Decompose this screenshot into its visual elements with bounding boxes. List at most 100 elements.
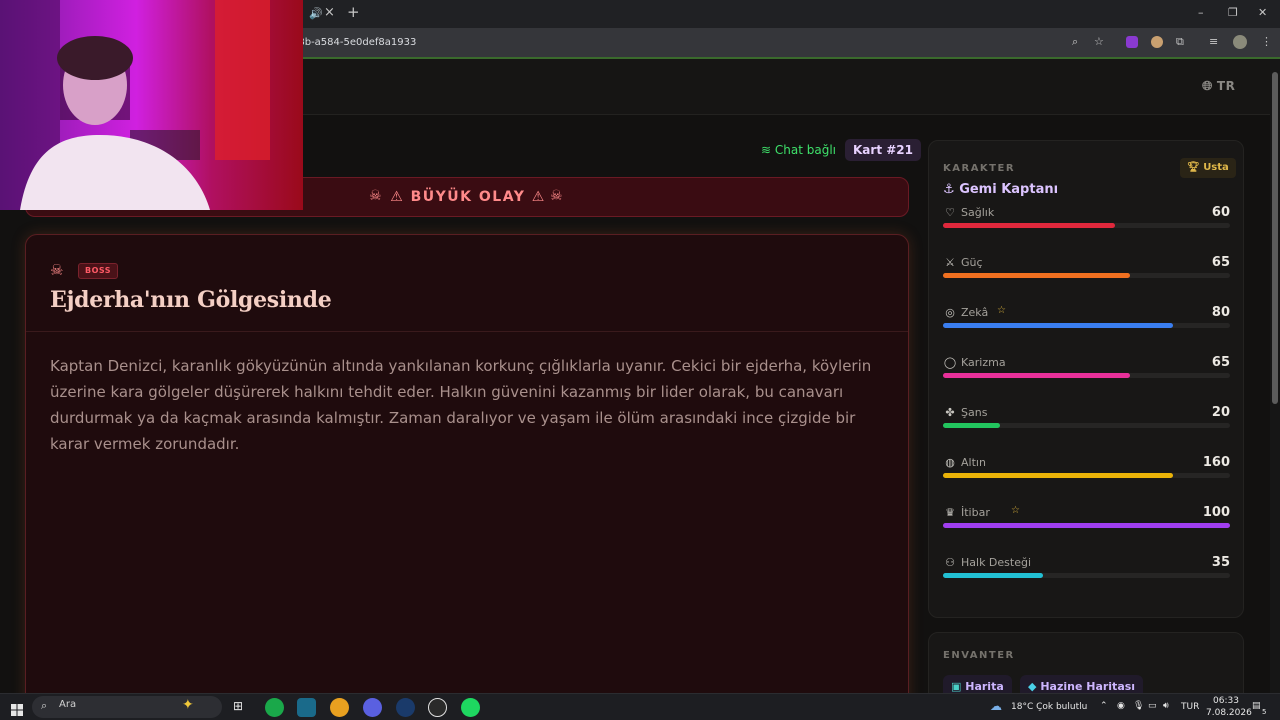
weather-text[interactable]: 18°C Çok bulutlu bbox=[1011, 702, 1087, 712]
sword-icon: ⚔ bbox=[945, 256, 955, 269]
stat-bar-fill bbox=[943, 423, 1001, 428]
clock-date[interactable]: 7.08.2026 bbox=[1206, 708, 1252, 718]
stat-label: Karizma bbox=[961, 356, 1006, 369]
tab-close-button[interactable]: × bbox=[324, 6, 335, 20]
diamond-icon: ◆ bbox=[1028, 680, 1037, 693]
stat-value: 80 bbox=[1211, 305, 1230, 320]
webcam-overlay bbox=[0, 0, 303, 210]
stat-bar bbox=[943, 323, 1230, 328]
stat-label: Sağlık bbox=[961, 206, 995, 219]
card-number-badge: Kart #21 bbox=[845, 139, 921, 161]
stat-label: Güç bbox=[961, 256, 983, 269]
window-close-button[interactable]: ✕ bbox=[1258, 6, 1267, 20]
brain-icon: ◎ bbox=[945, 306, 955, 319]
chat-status: ≋ Chat bağlı bbox=[761, 143, 836, 157]
stat-bar-fill bbox=[943, 273, 1130, 278]
coins-icon: ◍ bbox=[945, 456, 955, 469]
inventory-heading: ENVANTER bbox=[943, 650, 1015, 661]
rank-label: Usta bbox=[1203, 162, 1229, 173]
stat-row: ◎ Zekâ ☆ 80 bbox=[943, 305, 1230, 345]
inventory-item[interactable]: ▣ Harita bbox=[943, 675, 1012, 693]
taskbar-search[interactable]: ⌕ Ara ✦ bbox=[32, 696, 222, 718]
stat-label: İtibar bbox=[961, 506, 990, 519]
stat-row: ⚔ Güç 65 bbox=[943, 255, 1230, 295]
stat-bar-fill bbox=[943, 573, 1044, 578]
taskbar-app-icon[interactable] bbox=[297, 698, 316, 717]
trophy-icon: 🏆︎ bbox=[1187, 162, 1200, 173]
taskbar: ⌕ Ara ✦ ⊞ ☁ 18°C Çok bulutlu ⌃ ◉ 🎙︎ ▭ 🔊︎… bbox=[0, 693, 1280, 720]
stat-label: Zekâ bbox=[961, 306, 989, 319]
character-name: ⚓ Gemi Kaptanı bbox=[943, 182, 1058, 197]
volume-icon[interactable]: 🔊︎ bbox=[1163, 701, 1169, 711]
profile-avatar[interactable] bbox=[1233, 35, 1247, 49]
obs-icon[interactable] bbox=[428, 698, 447, 717]
steam-icon[interactable] bbox=[396, 698, 415, 717]
stat-row: ♛ İtibar ☆ 100 bbox=[943, 505, 1230, 545]
wifi-icon: ≋ bbox=[761, 143, 772, 157]
crown-icon: ♛ bbox=[945, 506, 955, 519]
url-field[interactable]: 58b-a584-5e0def8a1933 bbox=[292, 33, 1096, 53]
extension-cookie-icon[interactable] bbox=[1151, 36, 1163, 48]
scrollbar-thumb[interactable] bbox=[1272, 72, 1278, 404]
tray-chevron-icon[interactable]: ⌃ bbox=[1100, 701, 1108, 711]
chat-status-label: Chat bağlı bbox=[774, 143, 837, 157]
skull-icon: ☠ bbox=[50, 261, 64, 279]
search-placeholder: Ara bbox=[59, 699, 77, 710]
new-tab-button[interactable]: + bbox=[347, 5, 360, 20]
stat-bar bbox=[943, 273, 1230, 278]
stat-bar bbox=[943, 573, 1230, 578]
discord-icon[interactable] bbox=[363, 698, 382, 717]
spotify-icon[interactable] bbox=[461, 698, 480, 717]
inventory-item-label: Harita bbox=[965, 680, 1004, 693]
stat-bar bbox=[943, 423, 1230, 428]
media-controls-icon[interactable]: ≡ bbox=[1209, 35, 1218, 49]
character-heading: KARAKTER bbox=[943, 163, 1016, 174]
search-icon: ⌕ bbox=[41, 699, 48, 712]
character-panel: KARAKTER 🏆︎ Usta ⚓ Gemi Kaptanı ♡ Sağlık 6… bbox=[928, 140, 1244, 618]
start-windows-icon[interactable] bbox=[11, 701, 23, 716]
chrome-icon[interactable] bbox=[330, 698, 349, 717]
webcam-image bbox=[0, 0, 303, 210]
minimize-button[interactable]: – bbox=[1198, 6, 1204, 20]
stat-bar-fill bbox=[943, 473, 1173, 478]
stat-value: 20 bbox=[1211, 405, 1230, 420]
stat-bar-fill bbox=[943, 223, 1116, 228]
stat-bar-fill bbox=[943, 523, 1230, 528]
input-language[interactable]: TUR bbox=[1181, 702, 1199, 712]
card-title: Ejderha'nın Gölgesinde bbox=[50, 287, 332, 313]
stat-value: 65 bbox=[1211, 355, 1230, 370]
task-view-icon[interactable]: ⊞ bbox=[233, 699, 243, 713]
rank-badge: 🏆︎ Usta bbox=[1180, 158, 1236, 178]
anchor-icon: ⚓ bbox=[943, 182, 955, 197]
notification-bell-icon[interactable]: ▤ bbox=[1252, 701, 1261, 711]
taskbar-app-icon[interactable] bbox=[265, 698, 284, 717]
language-switcher[interactable]: 🌐︎ TR bbox=[1202, 79, 1235, 94]
inventory-item[interactable]: ◆ Hazine Haritası bbox=[1020, 675, 1144, 693]
extension-icon[interactable] bbox=[1126, 36, 1138, 48]
stat-value: 60 bbox=[1211, 205, 1230, 220]
stat-bar-fill bbox=[943, 323, 1173, 328]
stat-value: 100 bbox=[1202, 505, 1230, 520]
stat-bar bbox=[943, 473, 1230, 478]
globe-icon: 🌐︎ bbox=[1202, 79, 1213, 94]
card-description: Kaptan Denizci, karanlık gökyüzünün altı… bbox=[50, 357, 872, 453]
tray-app-icon[interactable]: ◉ bbox=[1117, 701, 1125, 711]
chat-bubble-icon: ◯ bbox=[943, 356, 957, 369]
browser-menu-icon[interactable]: ⋮ bbox=[1261, 35, 1272, 49]
clock-time[interactable]: 06:33 bbox=[1213, 696, 1239, 706]
restore-button[interactable]: ❐ bbox=[1228, 6, 1238, 20]
extensions-puzzle-icon[interactable]: ⧉ bbox=[1176, 35, 1184, 49]
people-icon: ⚇ bbox=[945, 556, 955, 569]
boss-badge: BOSS bbox=[78, 263, 119, 279]
stat-label: Halk Desteği bbox=[961, 556, 1032, 569]
audio-playing-icon[interactable]: 🔊 bbox=[309, 7, 323, 21]
network-icon[interactable]: ▭ bbox=[1148, 701, 1157, 711]
weather-icon[interactable]: ☁ bbox=[990, 699, 1002, 713]
microphone-icon[interactable]: 🎙︎ bbox=[1133, 701, 1144, 711]
stat-value: 65 bbox=[1211, 255, 1230, 270]
star-icon: ☆ bbox=[997, 305, 1006, 316]
star-icon: ☆ bbox=[1011, 505, 1020, 516]
map-icon: ▣ bbox=[951, 680, 962, 693]
clover-icon: ✤ bbox=[945, 406, 955, 419]
stat-bar bbox=[943, 523, 1230, 528]
